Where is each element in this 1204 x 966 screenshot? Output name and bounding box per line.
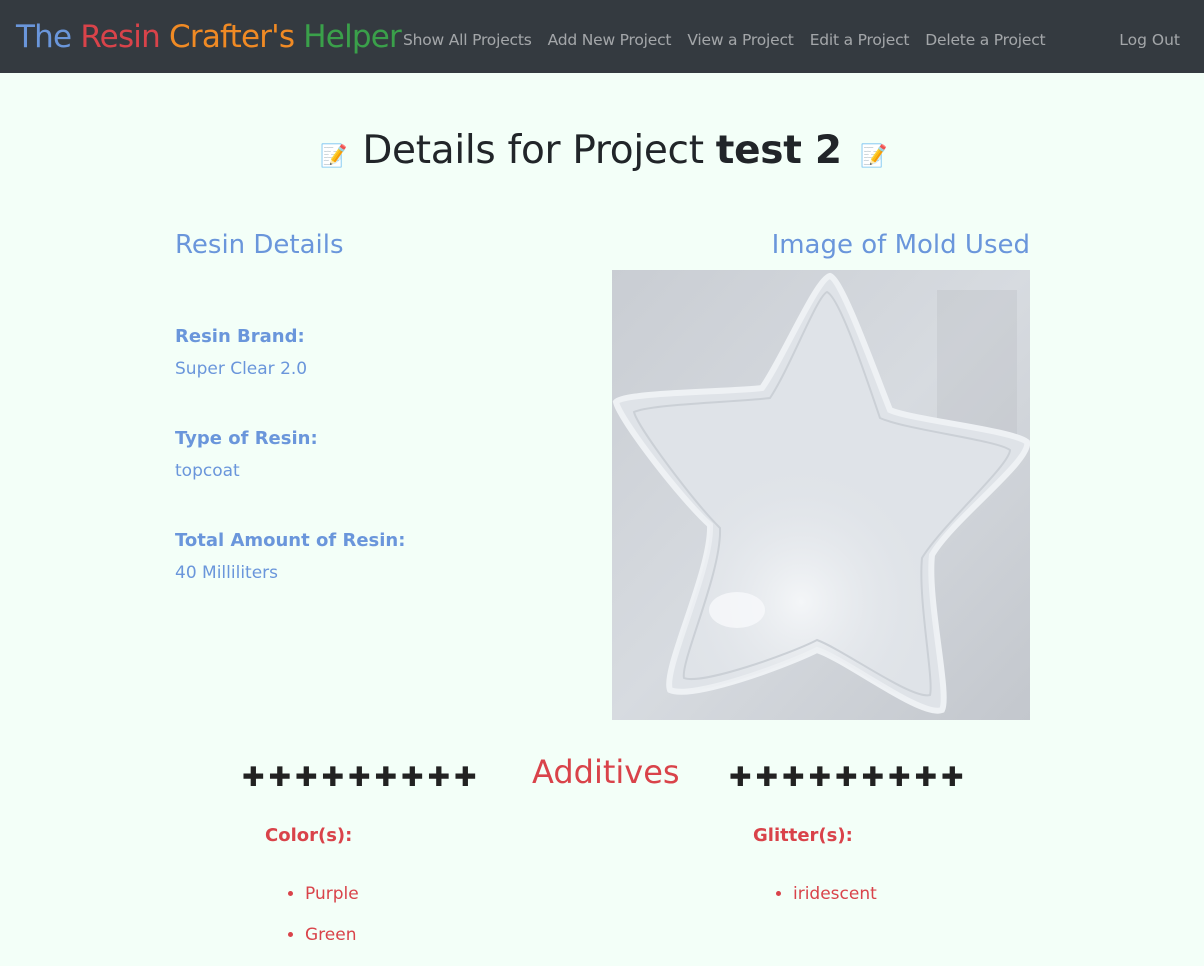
nav-add-new-project[interactable]: Add New Project: [548, 31, 672, 49]
glitters-label: Glitter(s):: [753, 825, 853, 846]
brand-word-the: The: [16, 19, 72, 55]
cross-icon: ✚: [887, 762, 911, 793]
cross-icon: ✚: [728, 762, 752, 793]
cross-icon: ✚: [861, 762, 885, 793]
brand-word-resin: Resin: [80, 19, 160, 55]
cross-icon: ✚: [453, 762, 477, 793]
list-item: iridescent: [793, 884, 877, 904]
cross-icon: ✚: [241, 762, 265, 793]
page-title: Details for Project test 2: [0, 126, 1204, 176]
resin-brand-value: Super Clear 2.0: [175, 359, 308, 379]
glitters-list: iridescent: [773, 884, 877, 925]
cross-icon: ✚: [268, 762, 292, 793]
project-name: test 2: [715, 128, 842, 173]
mold-image: [612, 270, 1030, 720]
brand-logo[interactable]: The Resin Crafter's Helper: [16, 17, 402, 57]
cross-icon: ✚: [321, 762, 345, 793]
cross-icon: ✚: [400, 762, 424, 793]
brand-word-helper: Helper: [303, 19, 402, 55]
resin-brand-label: Resin Brand:: [175, 326, 305, 347]
cross-icon: ✚: [427, 762, 451, 793]
nav-show-all-projects[interactable]: Show All Projects: [403, 31, 532, 49]
cross-icon: ✚: [294, 762, 318, 793]
additives-heading: Additives: [532, 753, 680, 791]
cross-icon: ✚: [940, 762, 964, 793]
cross-icon: ✚: [347, 762, 371, 793]
resin-amount-label: Total Amount of Resin:: [175, 530, 406, 551]
resin-type-label: Type of Resin:: [175, 428, 318, 449]
page-title-row: 📝 Details for Project test 2 📝: [0, 126, 1204, 186]
nav-view-project[interactable]: View a Project: [687, 31, 794, 49]
colors-list: Purple Green: [285, 884, 359, 966]
nav-links: Show All Projects Add New Project View a…: [403, 31, 1046, 49]
cross-icon: ✚: [755, 762, 779, 793]
top-navbar: The Resin Crafter's Helper Show All Proj…: [0, 0, 1204, 73]
cross-icon: ✚: [834, 762, 858, 793]
memo-icon-right: 📝: [860, 144, 888, 169]
mold-image-heading: Image of Mold Used: [771, 230, 1030, 260]
cross-icon: ✚: [781, 762, 805, 793]
cross-icon: ✚: [914, 762, 938, 793]
resin-details-heading: Resin Details: [175, 230, 344, 260]
cross-row-left: ✚ ✚ ✚ ✚ ✚ ✚ ✚ ✚ ✚: [240, 762, 479, 793]
logout-link[interactable]: Log Out: [1119, 31, 1180, 49]
list-item: Green: [305, 925, 359, 945]
list-item: Purple: [305, 884, 359, 904]
resin-amount-value: 40 Milliliters: [175, 563, 279, 583]
cross-icon: ✚: [808, 762, 832, 793]
colors-label: Color(s):: [265, 825, 353, 846]
cross-icon: ✚: [374, 762, 398, 793]
title-prefix: Details for Project: [362, 128, 704, 173]
brand-word-crafters: Crafter's: [169, 19, 295, 55]
nav-delete-project[interactable]: Delete a Project: [925, 31, 1045, 49]
resin-type-value: topcoat: [175, 461, 240, 481]
nav-edit-project[interactable]: Edit a Project: [810, 31, 910, 49]
cross-row-right: ✚ ✚ ✚ ✚ ✚ ✚ ✚ ✚ ✚: [727, 762, 966, 793]
